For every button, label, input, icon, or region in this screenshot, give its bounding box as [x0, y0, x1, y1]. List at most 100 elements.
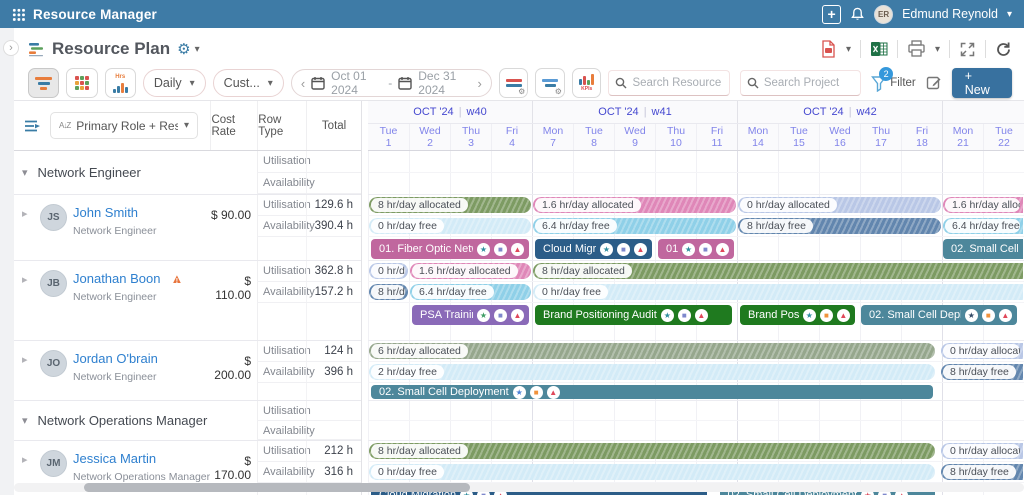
allocation-bar[interactable]: 8 hr/day allocated	[369, 443, 935, 459]
square-icon: ■	[982, 309, 995, 322]
day-name: Thu	[656, 125, 696, 137]
refresh-icon[interactable]	[995, 41, 1012, 58]
divider	[897, 40, 898, 58]
allocation-bar[interactable]: 1.6 hr/day allocated	[410, 263, 531, 279]
app-launcher-icon[interactable]	[12, 8, 25, 21]
allocation-bar[interactable]: 8 hr/day free	[738, 218, 941, 234]
bulk-edit-icon[interactable]	[926, 75, 942, 91]
new-button[interactable]: + New	[952, 68, 1012, 98]
user-menu-caret-icon[interactable]: ▾	[1007, 9, 1012, 20]
project-bar[interactable]: 02. Small Cell Deploy	[943, 239, 1023, 259]
plan-settings-gear-icon[interactable]: ⚙	[177, 40, 190, 58]
allocation-bar[interactable]: 8 hr/day allocated	[533, 263, 1023, 279]
project-bar[interactable]: PSA Training★■▲	[412, 305, 529, 325]
prev-period-button[interactable]: ‹	[301, 76, 305, 91]
warning-icon[interactable]: ▲!	[170, 272, 183, 285]
resource-name-link[interactable]: Jordan O'brain	[73, 351, 158, 366]
allocation-bar[interactable]: 8 hr/day allocated	[369, 197, 531, 213]
group-row: ▾Network EngineerUtilisationAvailability	[14, 151, 361, 195]
allocation-bar-label: 0 hr/day allocated	[943, 344, 1020, 358]
row-expand-icon[interactable]: ▸	[22, 270, 34, 340]
allocation-bar[interactable]: 1.6 hr/day allocate	[943, 197, 1023, 213]
allocation-bar[interactable]: 1.6 hr/day allocated	[533, 197, 736, 213]
allocation-bar[interactable]: 6.4 hr/day free	[410, 284, 531, 300]
resource-table: A↓Z Primary Role + Resour... ▾ Cost Rate…	[14, 101, 362, 495]
allocation-bar[interactable]: 0 hr/day allocated	[738, 197, 941, 213]
day-name: Thu	[861, 125, 901, 137]
project-bar[interactable]: 02. Small Cell Deployment★■▲	[371, 385, 933, 399]
total-value-empty	[306, 237, 361, 260]
filter-button[interactable]: 2 Filter	[871, 75, 916, 92]
print-icon[interactable]	[907, 40, 926, 58]
allocation-bar[interactable]: 8 hr/day free	[941, 464, 1023, 480]
allocation-bar[interactable]: 2 hr/day free	[369, 364, 935, 380]
project-bar[interactable]: Brand Positionin...★■▲	[740, 305, 855, 325]
search-project-input[interactable]	[764, 77, 854, 89]
row-menu-icon[interactable]	[24, 119, 42, 133]
row-settings-button[interactable]: ⚙	[499, 68, 529, 98]
allocation-bar[interactable]: 8 hr/day free	[941, 364, 1023, 380]
notifications-bell-icon[interactable]	[850, 7, 865, 22]
project-bar[interactable]: 01. Fiber Optic ...★■▲	[658, 239, 734, 259]
group-collapse-icon[interactable]: ▾	[22, 166, 28, 179]
timeline-day-cell: Fri18	[901, 124, 942, 150]
group-label-cell[interactable]: ▾Network Engineer	[14, 151, 257, 194]
resource-name-link[interactable]: Jessica Martin	[73, 451, 156, 466]
export-pdf-icon[interactable]	[819, 40, 837, 59]
allocation-bar[interactable]: 0 hr/day free	[533, 284, 1023, 300]
allocation-bar[interactable]: 0 hr/day allocated	[941, 443, 1023, 459]
square-icon: ■	[678, 309, 691, 322]
allocation-bar[interactable]: 8 hr/day	[369, 284, 408, 300]
allocation-bar[interactable]: 6.4 hr/day free	[943, 218, 1023, 234]
allocation-bar-label: 1.6 hr/day allocated	[412, 264, 518, 278]
group-collapse-icon[interactable]: ▾	[22, 414, 28, 427]
user-name[interactable]: Edmund Reynold	[902, 7, 998, 21]
range-preset-select[interactable]: Cust... ▾	[213, 69, 284, 97]
quick-add-button[interactable]: +	[822, 5, 841, 24]
kpis-button[interactable]: KPIs	[572, 68, 602, 98]
date-from[interactable]: Oct 01 2024	[331, 69, 382, 97]
horizontal-scrollbar-thumb[interactable]	[84, 483, 470, 492]
search-resource-input[interactable]	[632, 77, 722, 89]
star-icon: ★	[661, 309, 674, 322]
row-type-label: Availability	[257, 421, 306, 440]
allocation-bar[interactable]: 0 hr/day	[369, 263, 408, 279]
next-period-button[interactable]: ›	[477, 76, 481, 91]
allocation-bar[interactable]: 6 hr/day allocated	[369, 343, 935, 359]
fullscreen-icon[interactable]	[959, 41, 976, 58]
project-bar[interactable]: Cloud Migration★■▲	[535, 239, 652, 259]
resource-name-link[interactable]: Jonathan Boon	[73, 271, 160, 286]
day-number: 17	[861, 137, 901, 149]
avatar: JS	[40, 204, 67, 231]
project-bar[interactable]: Brand Positioning Audit★■▲	[535, 305, 732, 325]
allocation-bar[interactable]: 0 hr/day free	[369, 464, 935, 480]
granularity-select[interactable]: Daily ▾	[143, 69, 206, 97]
group-label: Network Operations Manager	[38, 413, 208, 428]
timeline-day-cell: Wed2	[409, 124, 450, 150]
allocation-bar[interactable]: 6.4 hr/day free	[533, 218, 736, 234]
resource-name-link[interactable]: John Smith	[73, 205, 138, 220]
export-pdf-caret-icon[interactable]: ▾	[846, 44, 851, 55]
user-avatar[interactable]: ER	[874, 5, 893, 24]
allocation-bar[interactable]: 0 hr/day free	[369, 218, 531, 234]
cost-rate-value: $ 90.00	[210, 195, 257, 260]
group-label-cell[interactable]: ▾ Network Operations Manager	[14, 401, 257, 440]
panel-collapse-button[interactable]: ›	[3, 40, 19, 56]
column-settings-button[interactable]: ⚙	[535, 68, 565, 98]
export-excel-icon[interactable]	[870, 40, 888, 58]
project-bar[interactable]: 01. Fiber Optic Network Exp...★■▲	[371, 239, 529, 259]
triangle-icon: ▲	[634, 243, 647, 256]
row-type-row: Utilisation	[257, 151, 361, 173]
page-title: Resource Plan	[52, 39, 170, 59]
plan-menu-caret-icon[interactable]: ▾	[195, 44, 200, 55]
print-caret-icon[interactable]: ▾	[935, 44, 940, 55]
view-hours-toggle[interactable]: Hrs	[105, 68, 136, 98]
row-expand-icon[interactable]: ▸	[22, 350, 34, 400]
project-bar[interactable]: 02. Small Cell Deployment★■▲	[861, 305, 1017, 325]
allocation-bar[interactable]: 0 hr/day allocated	[941, 343, 1023, 359]
view-heatmap-toggle[interactable]	[66, 68, 97, 98]
row-expand-icon[interactable]: ▸	[22, 204, 34, 260]
date-to[interactable]: Dec 31 2024	[418, 69, 471, 97]
view-gantt-toggle[interactable]	[28, 68, 59, 98]
group-sort-select[interactable]: A↓Z Primary Role + Resour... ▾	[50, 112, 198, 139]
